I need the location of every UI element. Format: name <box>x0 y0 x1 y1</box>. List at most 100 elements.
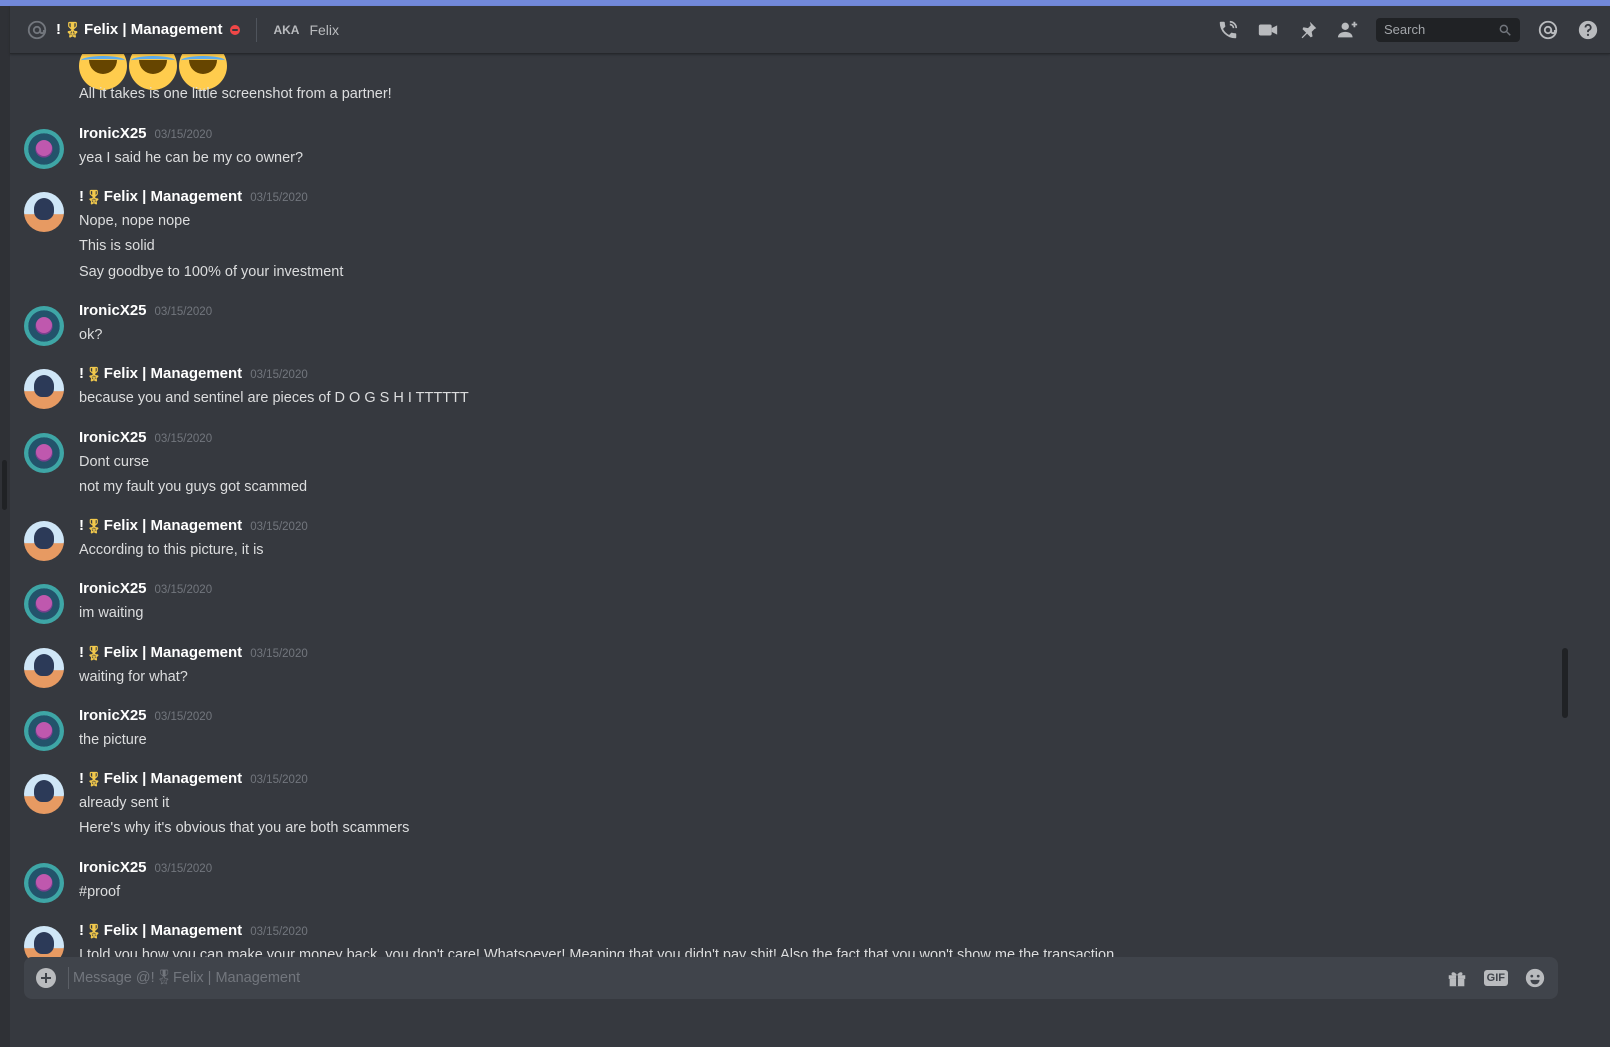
name-prefix: ! <box>79 188 84 205</box>
header-toolbar: Search <box>1216 17 1610 42</box>
medal-badge-icon: 🎖 <box>85 189 103 205</box>
video-call-button[interactable] <box>1256 18 1280 42</box>
message-header: !🎖Felix | Management 03/15/2020 <box>79 770 308 788</box>
username-text: Felix | Management <box>103 644 243 661</box>
aka-label: AKA <box>273 22 300 37</box>
add-attachment-icon[interactable] <box>36 968 56 988</box>
voice-call-button[interactable] <box>1216 18 1240 42</box>
message-header: IronicX25 03/15/2020 <box>79 302 212 319</box>
message-input[interactable] <box>71 969 1446 987</box>
sidebar-edge <box>0 6 10 1047</box>
username[interactable]: IronicX25 <box>79 859 147 876</box>
message-header: !🎖Felix | Management 03/15/2020 <box>79 517 308 535</box>
username-text: Felix | Management <box>103 517 243 534</box>
avatar[interactable] <box>24 863 64 903</box>
username[interactable]: !🎖Felix | Management <box>79 365 242 383</box>
avatar[interactable] <box>24 369 64 409</box>
name-prefix: ! <box>79 770 84 787</box>
message-text: waiting for what? <box>79 669 188 685</box>
timestamp: 03/15/2020 <box>250 521 308 533</box>
timestamp: 03/15/2020 <box>154 711 213 723</box>
aka-value: Felix <box>309 21 340 38</box>
message-text: Say goodbye to 100% of your investment <box>79 264 344 280</box>
at-mention-icon <box>27 20 47 39</box>
avatar[interactable] <box>24 774 64 814</box>
username[interactable]: IronicX25 <box>79 707 147 724</box>
username[interactable]: !🎖Felix | Management <box>79 517 242 535</box>
emoji-icon[interactable] <box>1524 967 1546 989</box>
sidebar-resize-handle[interactable] <box>2 460 7 510</box>
username[interactable]: !🎖Felix | Management <box>79 644 242 662</box>
message-header: !🎖Felix | Management 03/15/2020 <box>79 188 308 206</box>
pinned-messages-button[interactable] <box>1296 18 1320 42</box>
username-text: Felix | Management <box>103 922 243 939</box>
username[interactable]: IronicX25 <box>79 302 147 319</box>
message-list[interactable]: All it takes is one little screenshot fr… <box>10 54 1600 960</box>
mentions-button[interactable] <box>1536 18 1560 42</box>
avatar[interactable] <box>24 433 64 473</box>
avatar[interactable] <box>24 711 64 751</box>
do-not-disturb-status-icon <box>230 24 241 35</box>
avatar[interactable] <box>24 521 64 561</box>
name-prefix: ! <box>79 365 84 382</box>
timestamp: 03/15/2020 <box>154 129 213 141</box>
search-placeholder: Search <box>1384 22 1426 37</box>
message-header: IronicX25 03/15/2020 <box>79 859 212 876</box>
add-friends-to-dm-button[interactable] <box>1336 18 1360 42</box>
message-header: IronicX25 03/15/2020 <box>79 580 212 597</box>
message-text: According to this picture, it is <box>79 542 264 558</box>
username-text: Felix | Management <box>103 188 243 205</box>
message-text: All it takes is one little screenshot fr… <box>79 86 392 102</box>
channel-header: ! 🎖 Felix | Management AKA Felix Search <box>10 6 1610 54</box>
message-header: !🎖Felix | Management 03/15/2020 <box>79 644 308 662</box>
message-text: ok? <box>79 327 103 343</box>
phone-call-icon <box>1219 20 1238 38</box>
avatar[interactable] <box>24 129 64 169</box>
username[interactable]: !🎖Felix | Management <box>79 770 242 788</box>
message-scrollbar-thumb[interactable] <box>1562 648 1568 718</box>
dm-recipient-name: ! 🎖 Felix | Management <box>56 21 222 39</box>
message-header: !🎖Felix | Management 03/15/2020 <box>79 922 308 940</box>
gift-icon[interactable] <box>1446 967 1468 989</box>
username[interactable]: !🎖Felix | Management <box>79 188 242 206</box>
timestamp: 03/15/2020 <box>154 306 213 318</box>
avatar[interactable] <box>24 648 64 688</box>
laughing-emoji-icon <box>179 54 227 90</box>
timestamp: 03/15/2020 <box>250 648 308 660</box>
name-prefix: ! <box>79 644 84 661</box>
header-divider <box>256 17 258 42</box>
name-prefix: ! <box>56 21 61 38</box>
timestamp: 03/15/2020 <box>250 774 308 786</box>
message-header: IronicX25 03/15/2020 <box>79 707 212 724</box>
username[interactable]: IronicX25 <box>79 125 147 142</box>
username[interactable]: IronicX25 <box>79 580 147 597</box>
message-header: IronicX25 03/15/2020 <box>79 429 212 446</box>
message-text: Dont curse <box>79 454 150 470</box>
avatar[interactable] <box>24 306 64 346</box>
username[interactable]: !🎖Felix | Management <box>79 922 242 940</box>
avatar[interactable] <box>24 192 64 232</box>
avatar[interactable] <box>24 926 64 960</box>
medal-badge-icon: 🎖 <box>63 21 83 39</box>
help-icon <box>1578 20 1598 39</box>
timestamp: 03/15/2020 <box>154 584 213 596</box>
message-text: #proof <box>79 884 121 900</box>
medal-badge-icon: 🎖 <box>85 366 103 382</box>
username[interactable]: IronicX25 <box>79 429 147 446</box>
timestamp: 03/15/2020 <box>154 863 213 875</box>
gif-button[interactable]: GIF <box>1483 970 1508 986</box>
message-text: already sent it <box>79 795 170 811</box>
composer-tools: GIF <box>1446 967 1546 989</box>
message-text: yea I said he can be my co owner? <box>79 150 304 166</box>
help-button[interactable] <box>1576 18 1600 42</box>
composer-divider <box>68 967 69 989</box>
message-text: not my fault you guys got scammed <box>79 479 308 495</box>
message-text: This is solid <box>79 238 155 254</box>
timestamp: 03/15/2020 <box>154 433 213 445</box>
medal-badge-icon: 🎖 <box>85 645 103 661</box>
search-box[interactable]: Search <box>1376 17 1520 42</box>
name-prefix: ! <box>79 922 84 939</box>
message-text: because you and sentinel are pieces of D… <box>79 390 469 406</box>
username-text: Felix | Management <box>103 770 243 787</box>
avatar[interactable] <box>24 584 64 624</box>
